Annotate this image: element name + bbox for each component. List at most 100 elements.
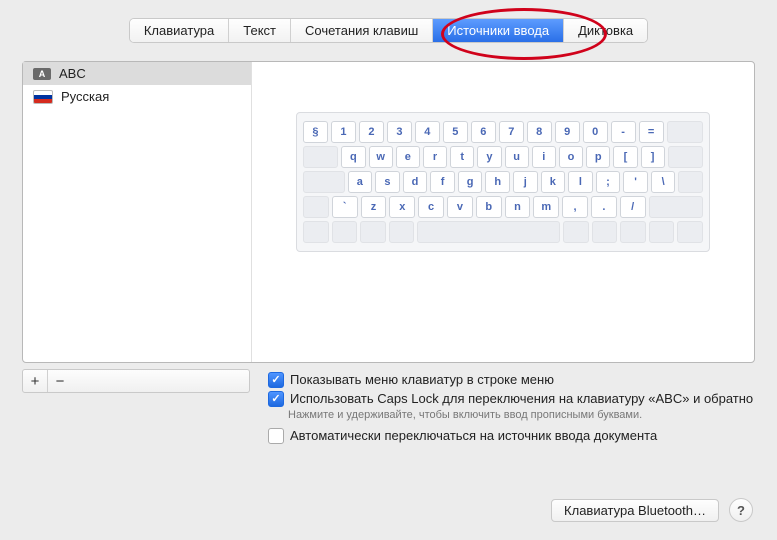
input-source-label: ABC — [59, 66, 86, 81]
option-label: Использовать Caps Lock для переключения … — [290, 390, 753, 407]
add-source-button[interactable]: + — [23, 370, 48, 392]
key: j — [513, 171, 538, 193]
key: 3 — [387, 121, 412, 143]
tab-keyboard[interactable]: Клавиатура — [130, 19, 229, 42]
key: 2 — [359, 121, 384, 143]
bluetooth-keyboard-button[interactable]: Клавиатура Bluetooth… — [551, 499, 719, 522]
key: u — [505, 146, 529, 168]
key: [ — [613, 146, 637, 168]
input-source-abc[interactable]: A ABC — [23, 62, 251, 85]
option-auto-switch[interactable]: Автоматически переключаться на источник … — [268, 427, 755, 444]
tab-dictation[interactable]: Диктовка — [564, 19, 647, 42]
plus-icon: + — [31, 373, 40, 390]
key: n — [505, 196, 531, 218]
key-arrow — [649, 221, 675, 243]
input-sources-list: A ABC Русская — [23, 62, 252, 362]
key: d — [403, 171, 428, 193]
key: ` — [332, 196, 358, 218]
option-show-menu[interactable]: Показывать меню клавиатур в строке меню — [268, 371, 755, 388]
key: ' — [623, 171, 648, 193]
key-shift — [303, 196, 329, 218]
key: z — [361, 196, 387, 218]
key: 1 — [331, 121, 356, 143]
key-ctrl — [332, 221, 358, 243]
tab-input-sources[interactable]: Источники ввода — [433, 19, 564, 42]
tabs-container: Клавиатура Текст Сочетания клавиш Источн… — [22, 18, 755, 43]
key: - — [611, 121, 636, 143]
key: 7 — [499, 121, 524, 143]
key-space — [417, 221, 560, 243]
below-options: + − Показывать меню клавиатур в строке м… — [22, 369, 755, 446]
key: § — [303, 121, 328, 143]
keyboard-row-1: § 1 2 3 4 5 6 7 8 9 0 - = — [303, 121, 703, 143]
key: q — [341, 146, 365, 168]
keyboard-preview: § 1 2 3 4 5 6 7 8 9 0 - = q — [252, 62, 754, 362]
key: p — [586, 146, 610, 168]
key-fn — [303, 221, 329, 243]
option-label: Показывать меню клавиатур в строке меню — [290, 371, 554, 388]
key-opt — [360, 221, 386, 243]
key: \ — [651, 171, 676, 193]
checkbox-group: Показывать меню клавиатур в строке меню … — [268, 369, 755, 446]
key: ; — [596, 171, 621, 193]
key: f — [430, 171, 455, 193]
key: a — [348, 171, 373, 193]
caps-lock-hint: Нажмите и удерживайте, чтобы включить вв… — [288, 409, 755, 421]
russia-flag-icon — [33, 90, 53, 104]
key-caps — [303, 171, 345, 193]
key: b — [476, 196, 502, 218]
checkbox-icon[interactable] — [268, 391, 284, 407]
input-source-label: Русская — [61, 89, 109, 104]
bottom-buttons: Клавиатура Bluetooth… ? — [551, 498, 753, 522]
key: x — [389, 196, 415, 218]
keyboard-prefs-window: Клавиатура Текст Сочетания клавиш Источн… — [0, 0, 777, 540]
content-panel: A ABC Русская § 1 2 3 4 5 6 7 8 — [22, 61, 755, 363]
input-source-russian[interactable]: Русская — [23, 85, 251, 108]
checkbox-icon[interactable] — [268, 372, 284, 388]
checkbox-icon[interactable] — [268, 428, 284, 444]
key: g — [458, 171, 483, 193]
key: . — [591, 196, 617, 218]
key: k — [541, 171, 566, 193]
option-label: Автоматически переключаться на источник … — [290, 427, 657, 444]
keyboard-layout: § 1 2 3 4 5 6 7 8 9 0 - = q — [296, 112, 710, 252]
key-tab — [303, 146, 338, 168]
key: 8 — [527, 121, 552, 143]
key: m — [533, 196, 559, 218]
key: s — [375, 171, 400, 193]
key: c — [418, 196, 444, 218]
key-arrow — [620, 221, 646, 243]
key-cmd-r — [563, 221, 589, 243]
remove-source-button[interactable]: − — [48, 370, 72, 392]
key-backspace — [667, 121, 703, 143]
key-cmd — [389, 221, 415, 243]
key: 0 — [583, 121, 608, 143]
keyboard-row-3: a s d f g h j k l ; ' \ — [303, 171, 703, 193]
key: o — [559, 146, 583, 168]
key: i — [532, 146, 556, 168]
keyboard-row-5 — [303, 221, 703, 243]
tab-text[interactable]: Текст — [229, 19, 291, 42]
key-shift-r — [649, 196, 703, 218]
key-enter — [668, 146, 703, 168]
minus-icon: − — [56, 373, 65, 390]
help-button[interactable]: ? — [729, 498, 753, 522]
keyboard-row-4: ` z x c v b n m , . / — [303, 196, 703, 218]
key-arrow — [677, 221, 703, 243]
tab-shortcuts[interactable]: Сочетания клавиш — [291, 19, 433, 42]
keyboard-row-2: q w e r t y u i o p [ ] — [303, 146, 703, 168]
key: l — [568, 171, 593, 193]
key: e — [396, 146, 420, 168]
key: 6 — [471, 121, 496, 143]
tabs: Клавиатура Текст Сочетания клавиш Источн… — [129, 18, 648, 43]
key: r — [423, 146, 447, 168]
key: ] — [641, 146, 665, 168]
key: w — [369, 146, 393, 168]
key: = — [639, 121, 664, 143]
key: y — [477, 146, 501, 168]
key: h — [485, 171, 510, 193]
key-opt-r — [592, 221, 618, 243]
key-enter2 — [678, 171, 703, 193]
key: t — [450, 146, 474, 168]
option-caps-lock[interactable]: Использовать Caps Lock для переключения … — [268, 390, 755, 407]
